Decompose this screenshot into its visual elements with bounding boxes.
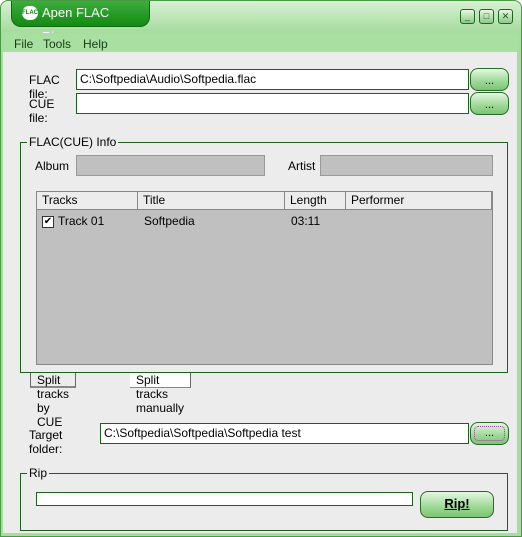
group-title: FLAC(CUE) Info [27,135,119,149]
tab-split-by-cue[interactable]: Split tracks by CUE [30,373,76,429]
column-header-title[interactable]: Title [138,192,285,210]
artist-field[interactable] [320,155,493,176]
title-bar: FLAC Apen FLAC Ripper [11,1,150,44]
menu-tools[interactable]: Tools [43,37,71,51]
tab-split-manually[interactable]: Split tracks manually [130,373,192,415]
length-cell: 03:11 [291,214,321,228]
maximize-button[interactable]: □ [479,9,494,24]
target-browse-label: ... [474,426,505,441]
rip-button-label: Rip! [444,496,470,511]
target-folder-input[interactable]: C:\Softpedia\Softpedia\Softpedia test [100,423,469,444]
cue-file-input[interactable] [76,93,469,114]
column-header-tracks[interactable]: Tracks [37,192,138,210]
tracks-list[interactable]: Tracks Title Length Performer ✔ Track 01… [36,191,493,365]
close-button[interactable]: ✕ [498,9,513,24]
track-cell: Track 01 [58,214,105,228]
album-label: Album [35,159,70,173]
rip-button[interactable]: Rip! [420,491,494,518]
album-field[interactable] [76,155,265,176]
column-header-length[interactable]: Length [285,192,346,210]
flac-file-input[interactable]: C:\Softpedia\Audio\Softpedia.flac [76,69,469,90]
cue-browse-button[interactable]: ... [470,92,509,115]
target-browse-button[interactable]: ... [470,422,509,445]
rip-progress-bar [36,492,413,506]
artist-label: Artist [288,159,316,173]
minimize-button[interactable]: _ [460,9,475,24]
track-checkbox[interactable]: ✔ [42,216,54,228]
app-logo-icon: FLAC [22,6,38,20]
menu-file[interactable]: File [14,37,33,51]
menu-bar: File Tools Help [4,33,518,53]
title-cell: Softpedia [144,214,195,228]
column-header-performer[interactable]: Performer [346,192,492,210]
menu-help[interactable]: Help [83,37,108,51]
rip-group-title: Rip [27,466,50,480]
cue-file-label: CUE file: [29,97,55,125]
flac-browse-button[interactable]: ... [470,68,509,91]
target-folder-label: Target folder: [29,428,63,456]
